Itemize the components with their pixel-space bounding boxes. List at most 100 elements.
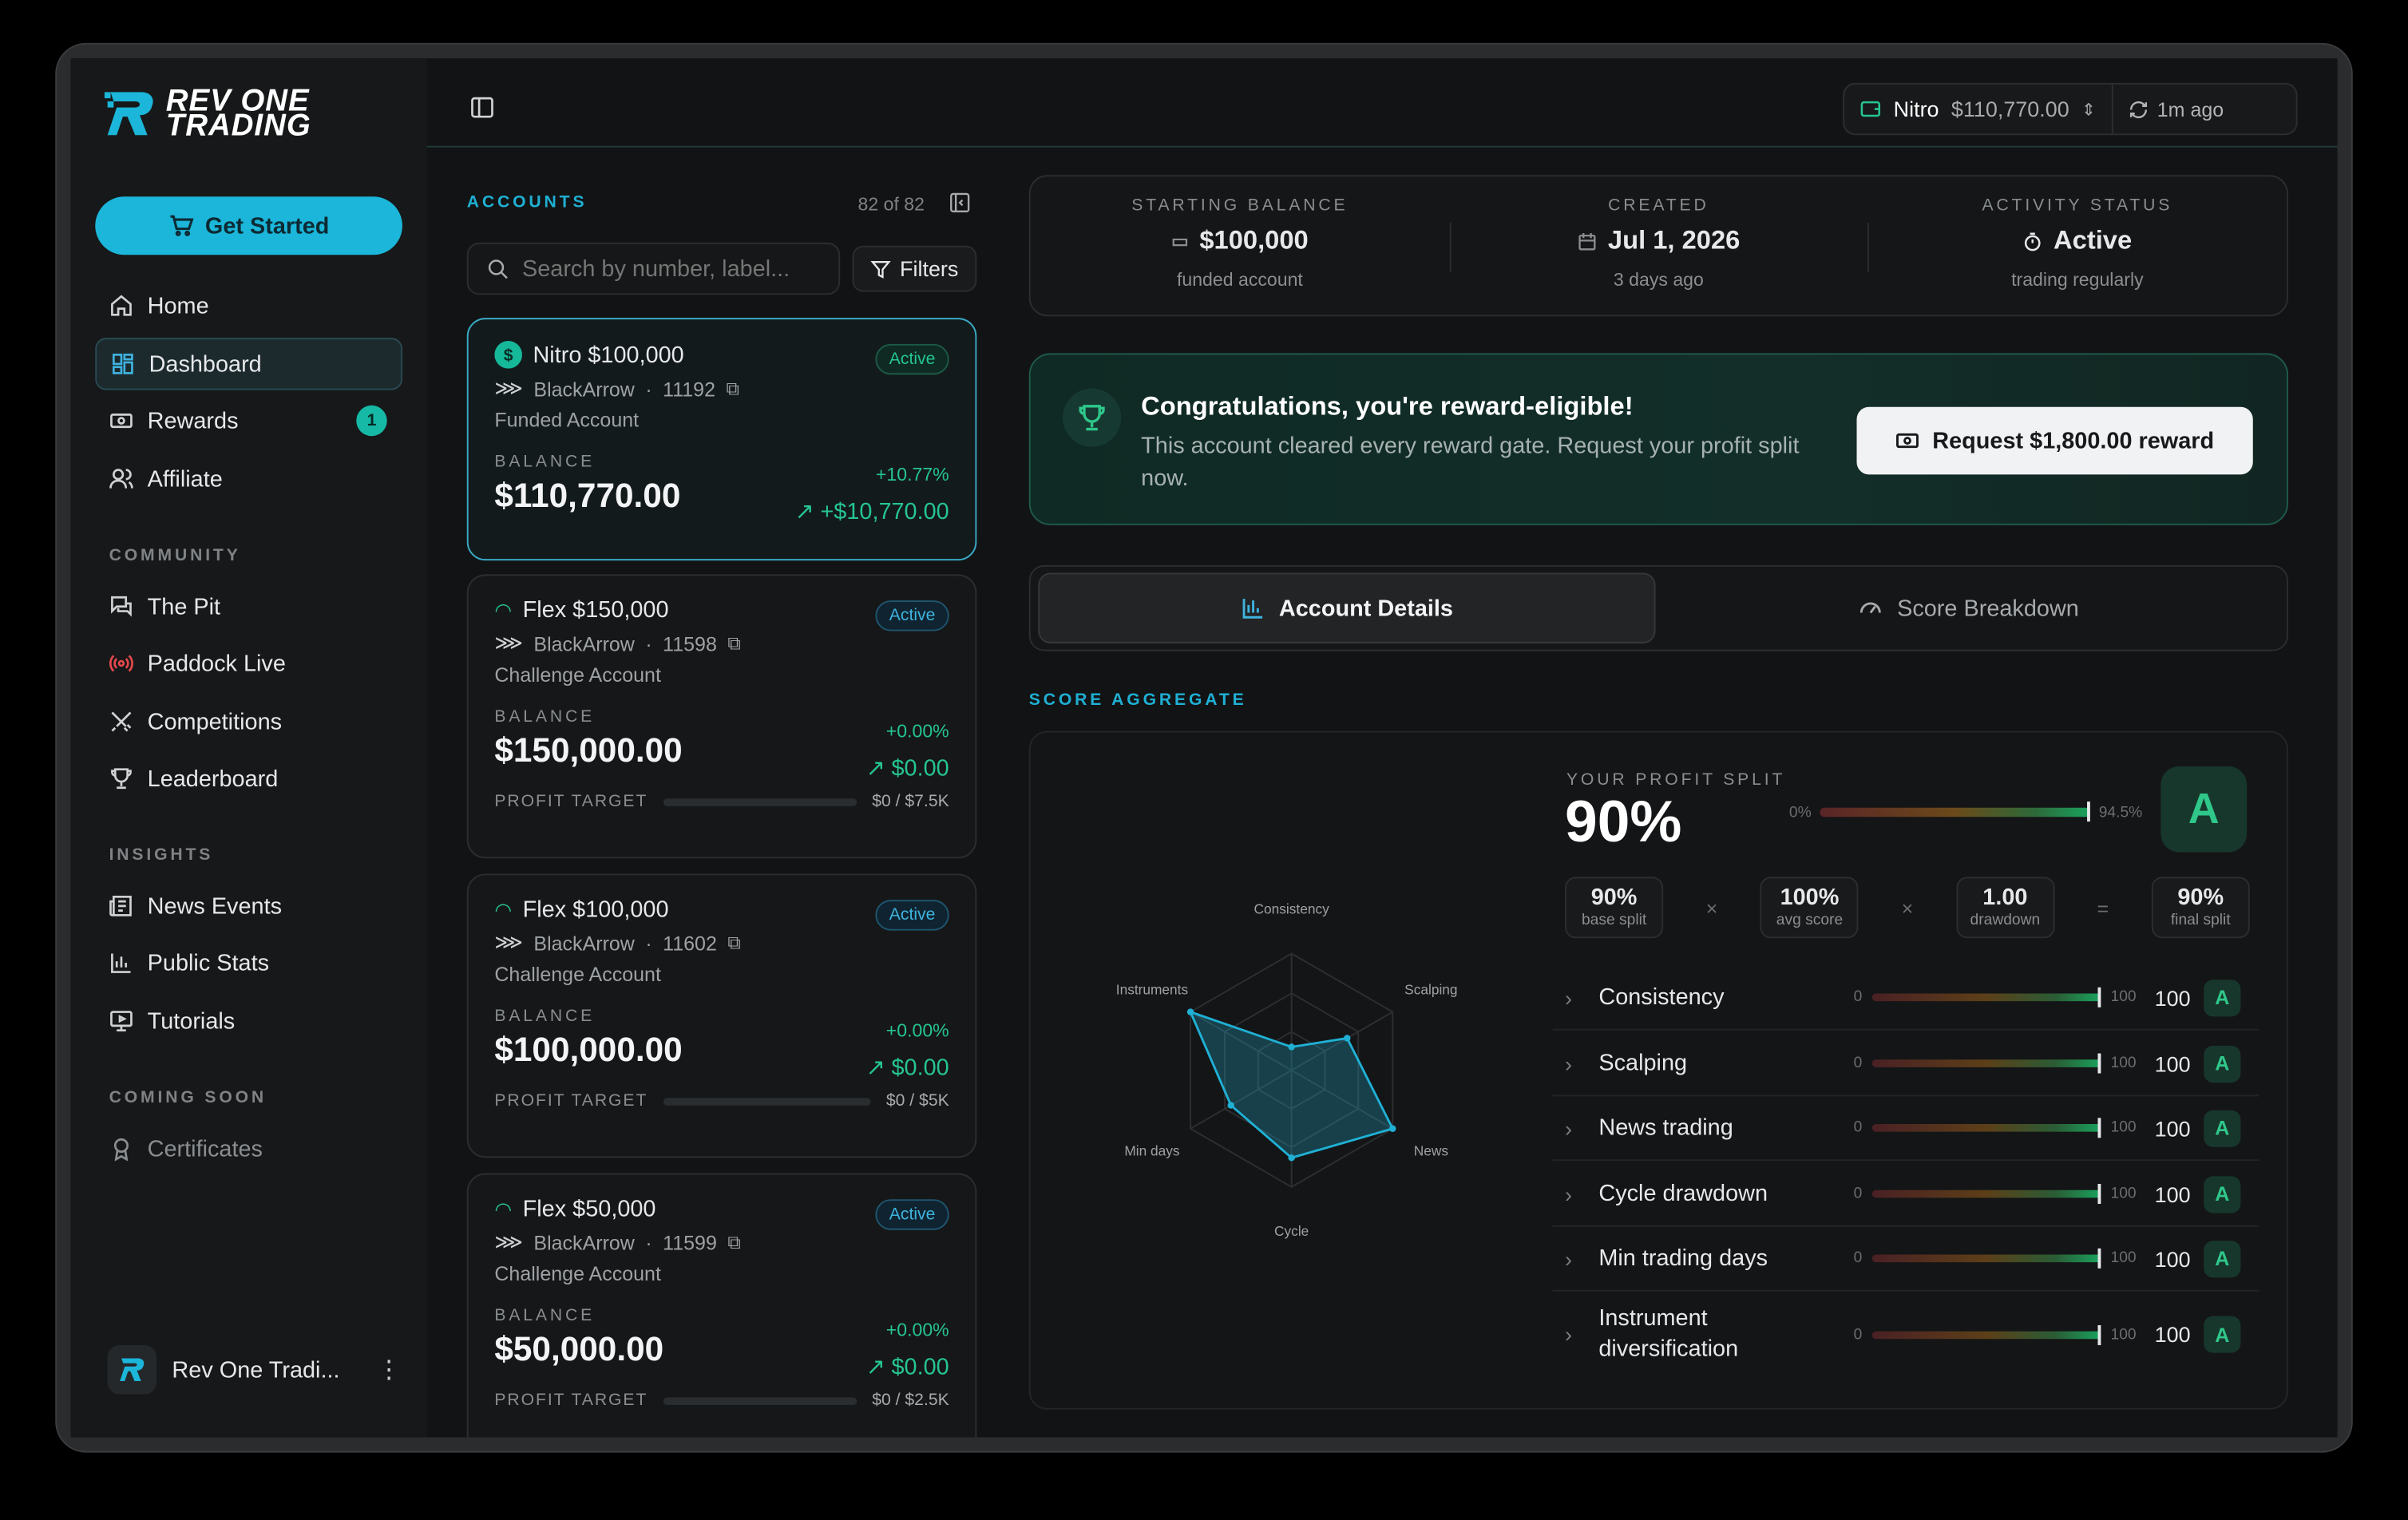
swords-icon	[111, 711, 132, 732]
chevron-right-icon: ›	[1565, 984, 1573, 1010]
sidebar-item-leaderboard[interactable]: Leaderboard	[95, 753, 402, 805]
gauge-icon	[1860, 602, 1882, 614]
chart-icon	[1242, 599, 1262, 619]
wallet-icon: ▭	[1171, 230, 1189, 252]
radar-point	[1288, 1043, 1295, 1051]
sidebar-item-certificates: Certificates	[95, 1122, 402, 1174]
chat-icon	[111, 596, 132, 617]
account-card[interactable]: ◠ Flex $100,000 Active ⋙ BlackArrow · 11602 ⧉…	[466, 873, 977, 1158]
user-name: Rev One Tradi...	[172, 1356, 340, 1383]
gauge-icon: ◠	[494, 897, 513, 921]
copy-icon[interactable]: ⧉	[727, 1231, 741, 1254]
grade-badge: A	[2204, 1316, 2241, 1353]
rewards-icon	[110, 413, 133, 429]
cart-icon	[169, 215, 193, 236]
sidebar-item-the-pit[interactable]: The Pit	[95, 580, 402, 632]
get-started-button[interactable]: Get Started	[95, 196, 402, 255]
grade-badge: A	[2204, 1175, 2241, 1213]
monitor-icon	[110, 1011, 133, 1032]
dollar-icon: $	[494, 341, 522, 369]
metric-row[interactable]: › Consistency 0 100 100 A	[1552, 966, 2259, 1031]
sidebar: REV ONE TRADING Get Started Home Dashboar…	[70, 58, 427, 1438]
sidebar-toggle-icon[interactable]	[470, 95, 495, 120]
copy-icon[interactable]: ⧉	[727, 932, 741, 955]
radar-point	[1227, 1102, 1234, 1109]
sidebar-item-affiliate[interactable]: Affiliate	[95, 453, 402, 505]
reward-title: Congratulations, you're reward-eligible!	[1141, 391, 1634, 422]
account-name: Flex $100,000	[522, 897, 669, 924]
account-switcher[interactable]: Nitro $110,770.00 ⇕ 1m ago	[1843, 82, 2298, 136]
newspaper-icon	[109, 895, 132, 916]
account-stats: STARTING BALANCE ▭ $100,000 funded accoun…	[1028, 175, 2289, 317]
coming-soon-section-label: COMING SOON	[109, 1088, 267, 1107]
profit-target-bar	[663, 1396, 857, 1405]
sidebar-item-rewards[interactable]: Rewards 1	[95, 394, 402, 446]
request-reward-button[interactable]: Request $1,800.00 reward	[1856, 406, 2253, 475]
sidebar-item-competitions[interactable]: Competitions	[95, 695, 402, 747]
account-name: Flex $150,000	[522, 597, 669, 623]
sidebar-item-dashboard[interactable]: Dashboard	[95, 338, 402, 390]
award-icon	[113, 1138, 129, 1162]
radar-point	[1186, 1008, 1194, 1015]
tab-account-details[interactable]: Account Details	[1038, 572, 1656, 643]
account-selector[interactable]: Nitro $110,770.00 ⇕	[1844, 84, 2113, 134]
chevron-right-icon: ›	[1565, 1051, 1573, 1076]
copy-icon[interactable]: ⧉	[727, 632, 741, 655]
grade-badge: A	[2204, 979, 2241, 1016]
chevron-updown-icon: ⇕	[2081, 100, 2096, 120]
chevron-right-icon: ›	[1565, 1322, 1573, 1347]
account-card[interactable]: ◠ Flex $50,000 Active ⋙ BlackArrow · 11599 ⧉ …	[466, 1173, 977, 1438]
metric-row[interactable]: › Min trading days 0 100 100 A	[1552, 1227, 2259, 1292]
banknote-icon	[1896, 433, 1919, 449]
status-badge: Active	[875, 900, 949, 931]
radar-point	[1389, 1125, 1396, 1133]
chevron-right-icon: ›	[1565, 1115, 1573, 1141]
reward-text: This account cleared every reward gate. …	[1141, 433, 1800, 492]
user-menu[interactable]: Rev One Tradi... ⋮	[107, 1344, 402, 1395]
brand-name: REV ONE TRADING	[165, 84, 311, 143]
insights-section-label: INSIGHTS	[109, 845, 214, 865]
copy-icon[interactable]: ⧉	[726, 377, 739, 400]
filters-button[interactable]: Filters	[852, 245, 977, 292]
account-card[interactable]: ◠ Flex $150,000 Active ⋙ BlackArrow · 11598 ⧉…	[466, 574, 977, 859]
metric-row[interactable]: › Instrument diversification 0 100 100 A	[1553, 1295, 2259, 1375]
top-bar: Nitro $110,770.00 ⇕ 1m ago	[426, 58, 2338, 148]
gauge-icon: ◠	[494, 598, 513, 622]
brand-logo[interactable]: REV ONE TRADING	[104, 84, 311, 143]
account-card[interactable]: $ Nitro $100,000 Active ⋙ BlackArrow · 11192…	[466, 318, 977, 561]
provider-icon: ⋙	[494, 631, 523, 655]
radar-axis-label: Scalping	[1404, 982, 1457, 998]
collapse-panel-icon[interactable]	[949, 192, 971, 213]
stat-activity: ACTIVITY STATUS Active trading regularly	[1867, 176, 2287, 315]
sidebar-item-news-events[interactable]: News Events	[95, 880, 402, 932]
radar-chart: Consistency Scalping News Cycle Min days Inst…	[1116, 901, 1458, 1239]
status-badge: Active	[875, 343, 949, 375]
search-input[interactable]	[521, 255, 814, 282]
grade-badge: A	[2204, 1109, 2241, 1146]
metric-row[interactable]: › Cycle drawdown 0 100 100 A	[1552, 1162, 2259, 1227]
profit-target-bar	[663, 798, 857, 806]
reward-eligible-banner: Congratulations, you're reward-eligible!…	[1028, 353, 2289, 525]
search-field[interactable]	[466, 242, 841, 295]
overall-grade: A	[2160, 766, 2248, 853]
calendar-icon	[1578, 232, 1596, 250]
more-vertical-icon[interactable]: ⋮	[377, 1355, 402, 1385]
trending-up-icon: ↗	[865, 1354, 885, 1381]
accounts-panel: ACCOUNTS 82 of 82 Filters $ Nitro $100,00…	[466, 175, 977, 1438]
timer-icon	[2025, 232, 2041, 251]
chevron-right-icon: ›	[1565, 1245, 1573, 1271]
radar-axis-label: Min days	[1124, 1142, 1180, 1158]
accounts-heading: ACCOUNTS	[466, 193, 588, 212]
score-panel: Consistency Scalping News Cycle Min days Inst…	[1028, 730, 2289, 1410]
grade-badge: A	[2204, 1044, 2241, 1083]
metric-row[interactable]: › News trading 0 100 100 A	[1552, 1096, 2259, 1162]
refresh-button[interactable]: 1m ago	[2113, 97, 2239, 121]
tab-score-breakdown[interactable]: Score Breakdown	[1660, 572, 2277, 643]
sidebar-item-paddock-live[interactable]: Paddock Live	[95, 637, 402, 689]
sidebar-item-public-stats[interactable]: Public Stats	[95, 936, 402, 988]
sidebar-item-tutorials[interactable]: Tutorials	[95, 995, 402, 1047]
metric-row[interactable]: › Scalping 0 100 100 A	[1552, 1032, 2259, 1097]
broadcast-icon	[109, 655, 133, 672]
sidebar-item-home[interactable]: Home	[95, 279, 402, 331]
radar-point	[1288, 1154, 1295, 1162]
